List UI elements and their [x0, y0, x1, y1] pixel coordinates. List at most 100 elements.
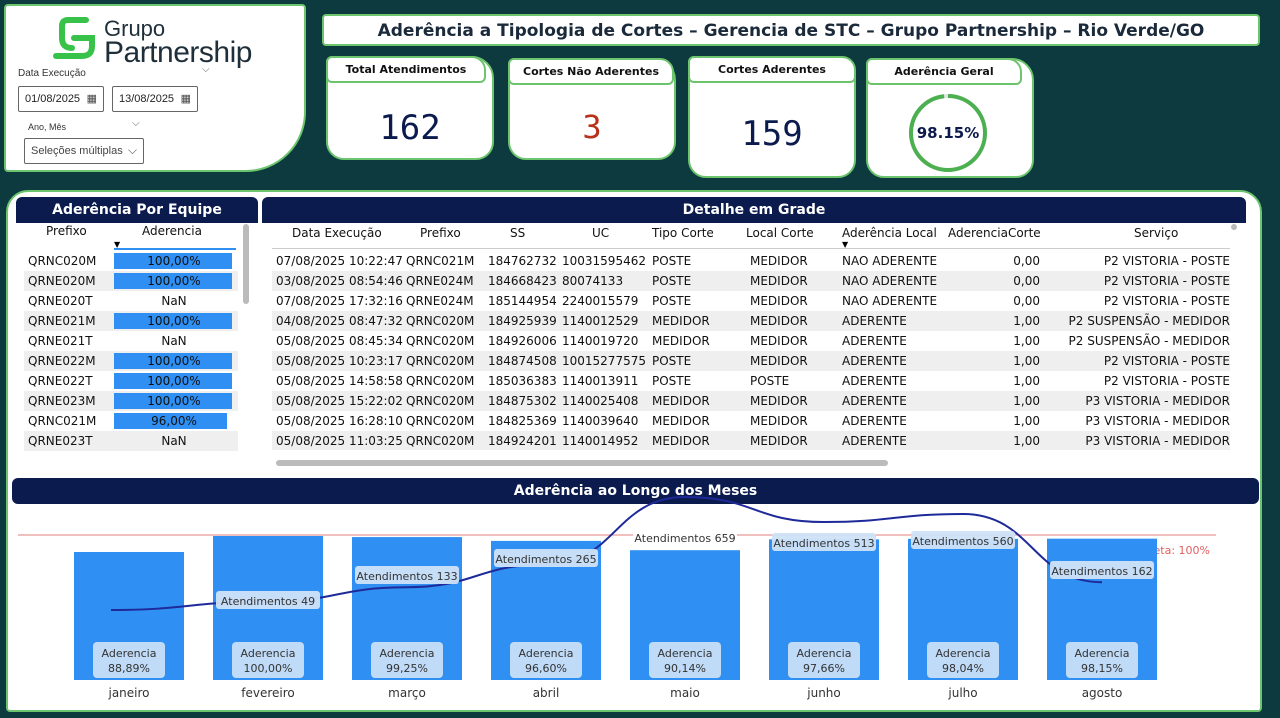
- grid-cell: POSTE: [652, 254, 692, 268]
- col-prefixo[interactable]: Prefixo: [46, 224, 87, 238]
- team-row[interactable]: QRNC020M 100,00%: [24, 251, 238, 271]
- grid-cell: P3 VISTORIA - MEDIDOR: [1085, 434, 1230, 448]
- grid-row[interactable]: 04/08/2025 08:47:32 QRNC020M 184925939 1140…: [272, 311, 1230, 331]
- team-row[interactable]: QRNC021M 96,00%: [24, 411, 238, 431]
- grid-cell: 184925939: [488, 314, 557, 328]
- grid-col-header[interactable]: SS: [510, 226, 525, 240]
- grid-col-header[interactable]: Data Execução: [292, 226, 382, 240]
- grid-cell: POSTE: [652, 294, 692, 308]
- team-prefix: QRNC021M: [28, 414, 97, 428]
- team-row[interactable]: QRNE020T NaN: [24, 291, 238, 311]
- grid-cell: ADERENTE: [842, 414, 907, 428]
- grid-cell: QRNC020M: [406, 354, 475, 368]
- grid-cell: POSTE: [750, 374, 790, 388]
- grid-cell: 1,00: [1013, 314, 1040, 328]
- calendar-icon[interactable]: ▦: [181, 92, 191, 105]
- grid-header-divider: [272, 248, 1230, 249]
- team-row[interactable]: QRNE021T NaN: [24, 331, 238, 351]
- team-row[interactable]: QRNE020M 100,00%: [24, 271, 238, 291]
- grid-cell: QRNC020M: [406, 314, 475, 328]
- grid-cell: 10031595462: [562, 254, 646, 268]
- grid-row[interactable]: 05/08/2025 10:23:17 QRNC020M 184874508 1001…: [272, 351, 1230, 371]
- grid-row[interactable]: 07/08/2025 17:32:16 QRNE024M 185144954 2240…: [272, 291, 1230, 311]
- grid-cell: QRNE024M: [406, 294, 474, 308]
- grid-col-header[interactable]: Local Corte: [746, 226, 814, 240]
- grid-cell: P3 VISTORIA - MEDIDOR: [1085, 394, 1230, 408]
- grid-col-header[interactable]: Tipo Corte: [652, 226, 714, 240]
- chart-panel-title: Aderência ao Longo dos Meses: [12, 478, 1259, 504]
- grid-row[interactable]: 07/08/2025 10:22:47 QRNC021M 184762732 1003…: [272, 251, 1230, 271]
- grid-cell: 184874508: [488, 354, 557, 368]
- grid-col-header[interactable]: AderenciaCorte: [948, 226, 1041, 240]
- kpi-nao-aderentes-card: Cortes Não Aderentes 3: [508, 58, 676, 160]
- grid-cell: ADERENTE: [842, 394, 907, 408]
- grid-cell: 80074133: [562, 274, 624, 288]
- grid-col-header[interactable]: UC: [592, 226, 609, 240]
- grid-cell: QRNC020M: [406, 434, 475, 448]
- kpi-nao-aderentes-value: 3: [582, 108, 602, 146]
- grid-col-header[interactable]: Prefixo: [420, 226, 461, 240]
- kpi-total-value: 162: [379, 108, 441, 148]
- grid-cell: 04/08/2025 08:47:32: [276, 314, 403, 328]
- team-row[interactable]: QRNE022M 100,00%: [24, 351, 238, 371]
- grid-row[interactable]: 05/08/2025 08:45:34 QRNC020M 184926006 1140…: [272, 331, 1230, 351]
- grid-cell: MEDIDOR: [652, 314, 710, 328]
- grid-row[interactable]: 05/08/2025 11:03:25 QRNC020M 184924201 1140…: [272, 431, 1230, 451]
- chevron-down-icon[interactable]: ⌵: [132, 118, 140, 129]
- grid-cell: MEDIDOR: [750, 314, 808, 328]
- grid-row[interactable]: 05/08/2025 15:22:02 QRNC020M 184875302 1140…: [272, 391, 1230, 411]
- team-aderencia: 100,00%: [147, 274, 201, 288]
- team-row[interactable]: QRNE023T NaN: [24, 431, 238, 451]
- team-row[interactable]: QRNE022T 100,00%: [24, 371, 238, 391]
- grid-cell: 1140012529: [562, 314, 639, 328]
- grid-horizontal-scrollbar[interactable]: [276, 460, 888, 466]
- calendar-icon[interactable]: ▦: [87, 92, 97, 105]
- grid-cell: 185144954: [488, 294, 557, 308]
- team-aderencia: NaN: [161, 334, 187, 348]
- grid-cell: P3 VISTORIA - MEDIDOR: [1085, 414, 1230, 428]
- grid-cell: P2 VISTORIA - POSTE: [1103, 254, 1230, 268]
- team-row[interactable]: QRNE023M 100,00%: [24, 391, 238, 411]
- team-aderencia: 100,00%: [147, 254, 201, 268]
- filter-panel: Grupo Partnership Data Execução ⌵ 01/08/…: [4, 4, 306, 172]
- grid-cell: QRNC020M: [406, 394, 475, 408]
- grid-cell: QRNE024M: [406, 274, 474, 288]
- grid-cell: MEDIDOR: [652, 414, 710, 428]
- aderencia-gauge: 98.15%: [909, 94, 987, 172]
- grid-cell: QRNC020M: [406, 334, 475, 348]
- partnership-logo: [53, 17, 95, 59]
- grid-cell: MEDIDOR: [750, 354, 808, 368]
- date-to-input[interactable]: 13/08/2025 ▦: [112, 86, 198, 112]
- grid-cell: MEDIDOR: [652, 334, 710, 348]
- team-prefix: QRNE023T: [28, 434, 93, 448]
- chevron-down-icon[interactable]: ⌵: [202, 64, 210, 75]
- grid-cell: 05/08/2025 14:58:58: [276, 374, 403, 388]
- grid-cell: 1,00: [1013, 414, 1040, 428]
- grid-row[interactable]: 03/08/2025 08:54:46 QRNE024M 184668423 8007…: [272, 271, 1230, 291]
- date-from-value: 01/08/2025: [25, 93, 81, 105]
- grid-col-header[interactable]: Aderência Local: [842, 226, 937, 240]
- team-prefix: QRNE021T: [28, 334, 93, 348]
- grid-cell: 1140039640: [562, 414, 639, 428]
- team-scrollbar[interactable]: [243, 224, 249, 304]
- team-row[interactable]: QRNE021M 100,00%: [24, 311, 238, 331]
- grid-row[interactable]: 05/08/2025 14:58:58 QRNC020M 185036383 1140…: [272, 371, 1230, 391]
- team-aderencia: 100,00%: [147, 314, 201, 328]
- grid-col-header[interactable]: Serviço: [1134, 226, 1178, 240]
- kpi-total-label: Total Atendimentos: [326, 56, 486, 83]
- grid-cell: NAO ADERENTE: [842, 294, 938, 308]
- team-aderencia: 100,00%: [147, 374, 201, 388]
- date-from-input[interactable]: 01/08/2025 ▦: [18, 86, 104, 112]
- team-aderencia: NaN: [161, 294, 187, 308]
- month-select[interactable]: Seleções múltiplas ⌵: [24, 138, 144, 164]
- grid-cell: 184924201: [488, 434, 557, 448]
- team-prefix: QRNC020M: [28, 254, 97, 268]
- date-to-value: 13/08/2025: [119, 93, 175, 105]
- team-aderencia: NaN: [161, 434, 187, 448]
- brand-line2: Partnership: [104, 36, 252, 69]
- grid-vertical-scrollbar[interactable]: [1231, 224, 1237, 230]
- grid-cell: MEDIDOR: [652, 434, 710, 448]
- col-aderencia[interactable]: Aderencia: [142, 224, 202, 238]
- grid-row[interactable]: 05/08/2025 16:28:10 QRNC020M 184825369 1140…: [272, 411, 1230, 431]
- grid-cell: 0,00: [1013, 294, 1040, 308]
